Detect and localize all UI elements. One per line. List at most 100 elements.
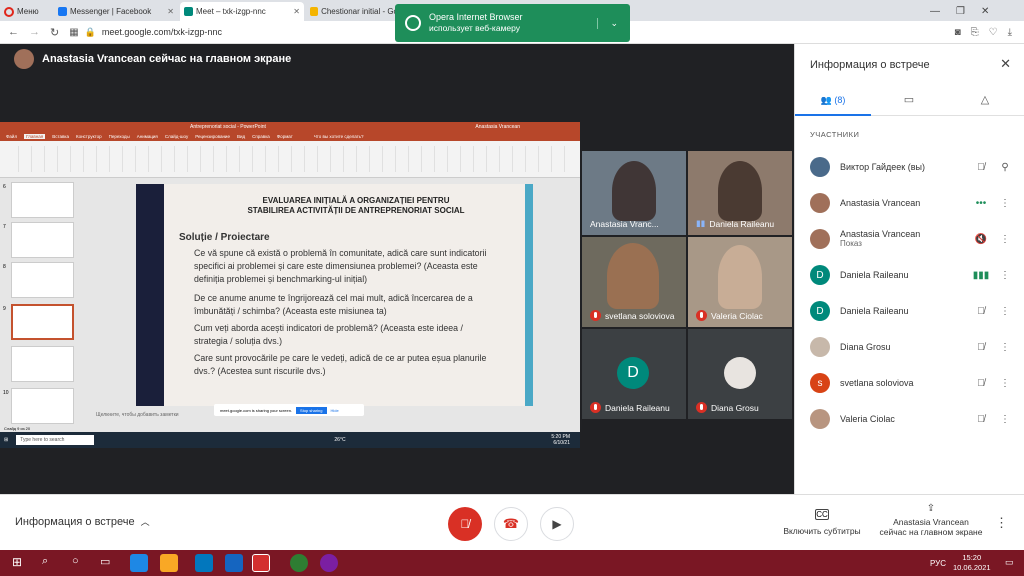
video-tile[interactable]: D Daniela Raileanu — [582, 329, 686, 419]
ppt-notes[interactable]: Щелкните, чтобы добавить заметки — [96, 412, 179, 418]
tab-meet[interactable]: Meet – txk-izgp-nnc ✕ — [180, 2, 304, 21]
mic-off-icon[interactable]: 🎙̸ — [969, 378, 993, 389]
presenter-button[interactable]: ⇪ Anastasia Vrancean сейчас на главном э… — [872, 503, 990, 537]
participant-row[interactable]: Valeria Ciolac 🎙̸ ⋮ — [795, 401, 1024, 437]
edge-icon[interactable] — [130, 554, 148, 572]
clock[interactable]: 15:20 10.06.2021 — [953, 553, 991, 573]
participant-row[interactable]: D Daniela Raileanu 🎙̸ ⋮ — [795, 293, 1024, 329]
tab-messenger[interactable]: Messenger | Facebook ✕ — [54, 2, 178, 21]
mute-presentation-icon[interactable]: 🔇 — [969, 234, 993, 245]
speed-dial-icon[interactable]: ▦ — [69, 27, 78, 38]
participant-row[interactable]: Anastasia Vrancean Показ 🔇 ⋮ — [795, 221, 1024, 257]
video-tile[interactable]: svetlana soloviova — [582, 237, 686, 327]
captions-icon: CC — [815, 509, 829, 520]
ppt-tab[interactable]: Слайд-шоу — [165, 134, 188, 139]
more-options-icon[interactable]: ⋮ — [993, 414, 1017, 425]
tab-chestionar[interactable]: Chestionar initial - Go — [306, 2, 398, 21]
ppt-tab[interactable]: Справка — [252, 134, 270, 139]
ppt-tab[interactable]: Анимация — [137, 134, 158, 139]
camera-button[interactable]: ▶ — [540, 507, 574, 541]
opera-menu-button[interactable]: Меню — [0, 2, 52, 21]
meeting-info-button[interactable]: Информация о встрече ︿ — [15, 515, 150, 528]
more-options-icon[interactable]: ⋮ — [993, 342, 1017, 353]
notification-icon[interactable]: ▭ — [1005, 557, 1014, 568]
video-tile[interactable]: Diana Grosu — [688, 329, 792, 419]
avatar — [810, 229, 830, 249]
slide-thumbnail[interactable] — [11, 182, 74, 218]
more-options-icon[interactable]: ⋮ — [993, 306, 1017, 317]
toast-expand-icon[interactable]: ⌄ — [597, 17, 618, 29]
stop-sharing-button[interactable]: Stop sharing — [296, 406, 327, 414]
slide-thumbnail[interactable] — [11, 262, 74, 298]
file-explorer-icon[interactable] — [160, 554, 178, 572]
camera-icon[interactable]: ◙ — [955, 27, 961, 38]
tab-activities[interactable]: △ — [947, 88, 1023, 116]
ppt-tab[interactable]: Формат — [277, 134, 293, 139]
slide-thumbnail[interactable] — [11, 388, 74, 424]
search-icon[interactable]: ⌕ — [42, 555, 48, 568]
participant-status: Показ — [840, 239, 862, 248]
section-header: УЧАСТНИКИ — [810, 130, 860, 139]
windows-start-icon[interactable]: ⊞ — [12, 555, 22, 569]
reload-icon[interactable]: ↻ — [50, 26, 59, 39]
minimize-icon[interactable]: — — [930, 6, 940, 17]
ppt-tab[interactable]: Файл — [6, 134, 17, 139]
tab-chat[interactable]: ▭ — [871, 88, 947, 116]
heart-icon[interactable]: ♡ — [989, 27, 998, 38]
participant-row[interactable]: D Daniela Raileanu ▮▮▮ ⋮ — [795, 257, 1024, 293]
video-tile[interactable]: Valeria Ciolac — [688, 237, 792, 327]
ppt-tell-me[interactable]: Что вы хотите сделать? — [314, 134, 364, 139]
slide-thumbnail[interactable] — [11, 346, 74, 382]
more-options-icon[interactable]: ⋮ — [993, 234, 1017, 245]
mail-icon[interactable] — [225, 554, 243, 572]
store-icon[interactable] — [195, 554, 213, 572]
slide-thumbnail[interactable] — [11, 222, 74, 258]
ppt-tab[interactable]: Вид — [237, 134, 245, 139]
leave-call-button[interactable]: ☎ — [494, 507, 528, 541]
url-field[interactable]: meet.google.com/txk-izgp-nnc — [102, 27, 222, 37]
mic-off-icon[interactable]: 🎙̸ — [969, 342, 993, 353]
app-icon[interactable] — [320, 554, 338, 572]
participant-row[interactable]: Виктор Гайдеек (вы) 🎙̸ ⚲ — [795, 149, 1024, 185]
ppt-tab[interactable]: Рецензирование — [195, 134, 230, 139]
mic-off-icon[interactable]: 🎙̸ — [969, 306, 993, 317]
ppt-user: Anastasia Vrancean — [475, 124, 520, 130]
video-tile[interactable]: Anastasia Vranc... — [582, 151, 686, 235]
forward-icon[interactable]: → — [29, 26, 40, 38]
video-tile[interactable]: ▮▮ Daniela Raileanu — [688, 151, 792, 235]
close-tab-icon[interactable]: ✕ — [167, 7, 174, 16]
captions-button[interactable]: CC Включить субтитры — [772, 509, 872, 536]
pin-icon[interactable]: ⚲ — [993, 162, 1017, 173]
ppt-tab[interactable]: Переходы — [109, 134, 130, 139]
close-icon[interactable]: ✕ — [1000, 56, 1011, 72]
mic-off-icon[interactable]: 🎙̸ — [969, 162, 993, 173]
hide-button[interactable]: Hide — [331, 408, 339, 413]
more-options-icon[interactable]: ⋮ — [993, 270, 1017, 281]
participant-row[interactable]: Diana Grosu 🎙̸ ⋮ — [795, 329, 1024, 365]
ppt-tab[interactable]: Вставка — [52, 134, 69, 139]
ppt-tab[interactable]: Главная — [24, 134, 46, 139]
back-icon[interactable]: ← — [8, 26, 19, 38]
snapshot-icon[interactable]: ⎘ — [971, 27, 979, 38]
task-view-icon[interactable]: ○ — [72, 555, 79, 567]
more-options-icon[interactable]: ⋮ — [995, 515, 1008, 531]
meeting-info-label: Информация о встрече — [15, 515, 135, 528]
utorrent-icon[interactable] — [290, 554, 308, 572]
slide-thumbnail-active[interactable] — [11, 304, 74, 340]
close-tab-icon[interactable]: ✕ — [293, 7, 300, 16]
participant-row[interactable]: Anastasia Vrancean ••• ⋮ — [795, 185, 1024, 221]
opera-taskbar-icon[interactable] — [252, 554, 270, 572]
download-icon[interactable]: ⤓ — [1008, 27, 1012, 38]
close-window-icon[interactable]: ✕ — [981, 6, 989, 17]
mic-off-icon[interactable]: 🎙̸ — [969, 414, 993, 425]
microphone-button[interactable]: 🎙̸ — [448, 507, 482, 541]
ppt-tab[interactable]: Конструктор — [76, 134, 102, 139]
more-options-icon[interactable]: ⋮ — [993, 378, 1017, 389]
more-options-icon[interactable]: ⋮ — [993, 198, 1017, 209]
tab-people[interactable]: 👥 (8) — [795, 88, 871, 116]
maximize-icon[interactable]: ❐ — [956, 6, 965, 17]
speaking-dots-icon: ••• — [975, 197, 987, 209]
task-view-2-icon[interactable]: ▭ — [100, 555, 110, 568]
participant-row[interactable]: s svetlana soloviova 🎙̸ ⋮ — [795, 365, 1024, 401]
language-indicator[interactable]: РУС — [930, 559, 946, 568]
